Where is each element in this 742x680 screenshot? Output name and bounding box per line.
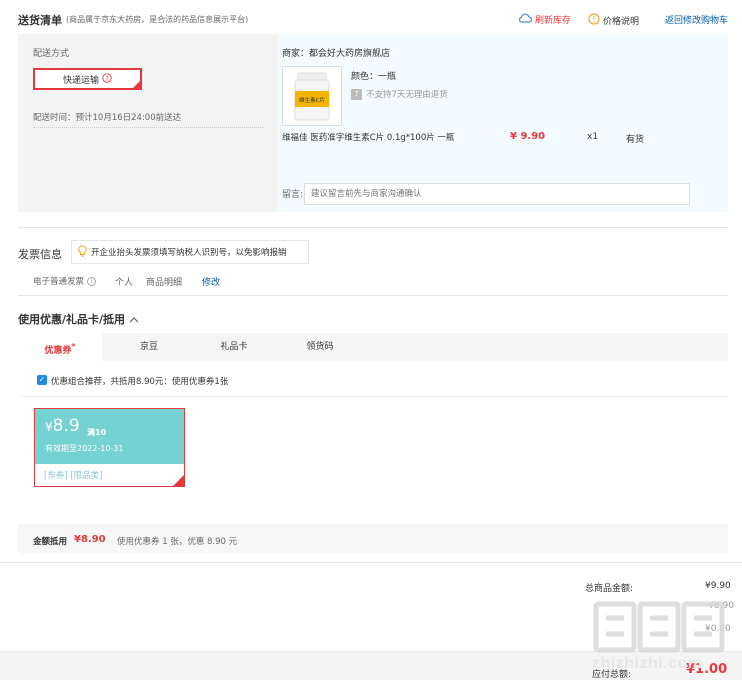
coupon-amount: ¥8.9 [45, 416, 80, 436]
tab-coupon[interactable]: 优惠券* [18, 333, 102, 361]
coupon-tags: [东券] [限品类] [44, 471, 103, 481]
coupon-condition: 满10 [87, 428, 107, 437]
product-price: ¥ 9.90 [510, 131, 546, 142]
delivery-time: 配送时间：预计10月16日24:00前送达 [33, 113, 182, 123]
bulb-icon [78, 245, 87, 260]
product-name[interactable]: 维福佳 医药准字维生素C片 0.1g*100片 一瓶 [282, 131, 454, 143]
invoice-tip: 开企业抬头发票须填写纳税人识别号，以免影响报销 [71, 240, 309, 264]
recommend-text: 优惠组合推荐，共抵用8.90元：使用优惠券1张 [51, 377, 229, 387]
coupon-summary-desc: 使用优惠券 1 张，优惠 8.90 元 [117, 537, 238, 547]
express-shipping-button[interactable]: 快递运输 ? [33, 68, 142, 90]
divider [0, 562, 742, 563]
seller-name[interactable]: 商家：都会好大药房旗舰店 [282, 46, 390, 59]
invoice-type-label: 电子普通发票 [33, 277, 85, 287]
invoice-title: 发票信息 [18, 248, 62, 261]
product-qty: x1 [587, 132, 599, 142]
help-icon[interactable]: ? [102, 72, 112, 86]
tab-coupon-mark: * [71, 342, 76, 351]
refresh-stock-link[interactable]: 刷新库存 [518, 13, 571, 26]
coupon-summary-label: 金额抵用 [33, 537, 68, 547]
no-return-notice: 7 不支持7天无理由退货 [351, 88, 448, 100]
express-label: 快递运输 [62, 75, 99, 86]
product-color: 颜色：一瓶 [351, 72, 397, 82]
price-desc-label: 价格说明 [603, 17, 640, 27]
message-input[interactable] [304, 183, 690, 205]
back-to-cart-link[interactable]: 返回修改购物车 [665, 13, 728, 26]
invoice-detail: 商品明细 [146, 278, 183, 288]
product-stock: 有货 [626, 135, 645, 145]
chevron-up-icon [129, 313, 139, 326]
recommend-checkbox[interactable]: ✓ [37, 375, 47, 385]
info-circle-icon[interactable]: i [87, 276, 97, 286]
invoice-person: 个人 [115, 278, 134, 288]
coupon-summary-amount: ¥8.90 [74, 534, 106, 545]
divider [18, 227, 728, 228]
selected-corner-icon [172, 475, 184, 487]
divider [18, 295, 728, 296]
tab-gift-card[interactable]: 礼品卡 [212, 333, 256, 361]
watermark-text: zhizhizhi.com [592, 655, 703, 672]
no-return-text: 不支持7天无理由退货 [366, 90, 448, 100]
page-subtitle: (商品属于京东大药房，是合法的药品信息展示平台) [66, 15, 249, 24]
coupon-title: 使用优惠/礼品卡/抵用 [18, 313, 126, 326]
svg-text:!: ! [592, 15, 595, 24]
tab-pickup-code[interactable]: 领货码 [298, 333, 342, 361]
tab-jingdou[interactable]: 京豆 [127, 333, 171, 361]
product-image[interactable]: 维生素C片 [282, 66, 342, 126]
selected-corner-icon [132, 80, 141, 89]
goods-total-label: 总商品金额: [585, 584, 634, 594]
invoice-edit-link[interactable]: 修改 [202, 275, 220, 288]
info-icon: ! [588, 13, 600, 28]
coupon-section-toggle[interactable]: 使用优惠/礼品卡/抵用 [18, 311, 139, 327]
invoice-tip-text: 开企业抬头发票须填写纳税人识别号，以免影响报销 [91, 248, 287, 258]
message-label: 留言: [282, 190, 304, 200]
cloud-refresh-icon [518, 13, 533, 26]
divider [33, 127, 263, 128]
price-desc-link[interactable]: ! 价格说明 [588, 13, 639, 28]
product-image-label: 维生素C片 [299, 96, 325, 104]
coupon-tabs [18, 333, 728, 361]
shipping-method-label: 配送方式 [33, 49, 70, 59]
goods-total-value: ¥9.90 [705, 581, 731, 591]
coupon-expiry: 有效期至2022-10-31 [45, 444, 124, 453]
page-title: 送货清单 [18, 14, 62, 27]
svg-text:?: ? [105, 74, 108, 82]
invoice-type: 电子普通发票 i [33, 275, 97, 287]
no-return-icon: 7 [351, 88, 362, 100]
refresh-stock-label: 刷新库存 [535, 16, 572, 26]
